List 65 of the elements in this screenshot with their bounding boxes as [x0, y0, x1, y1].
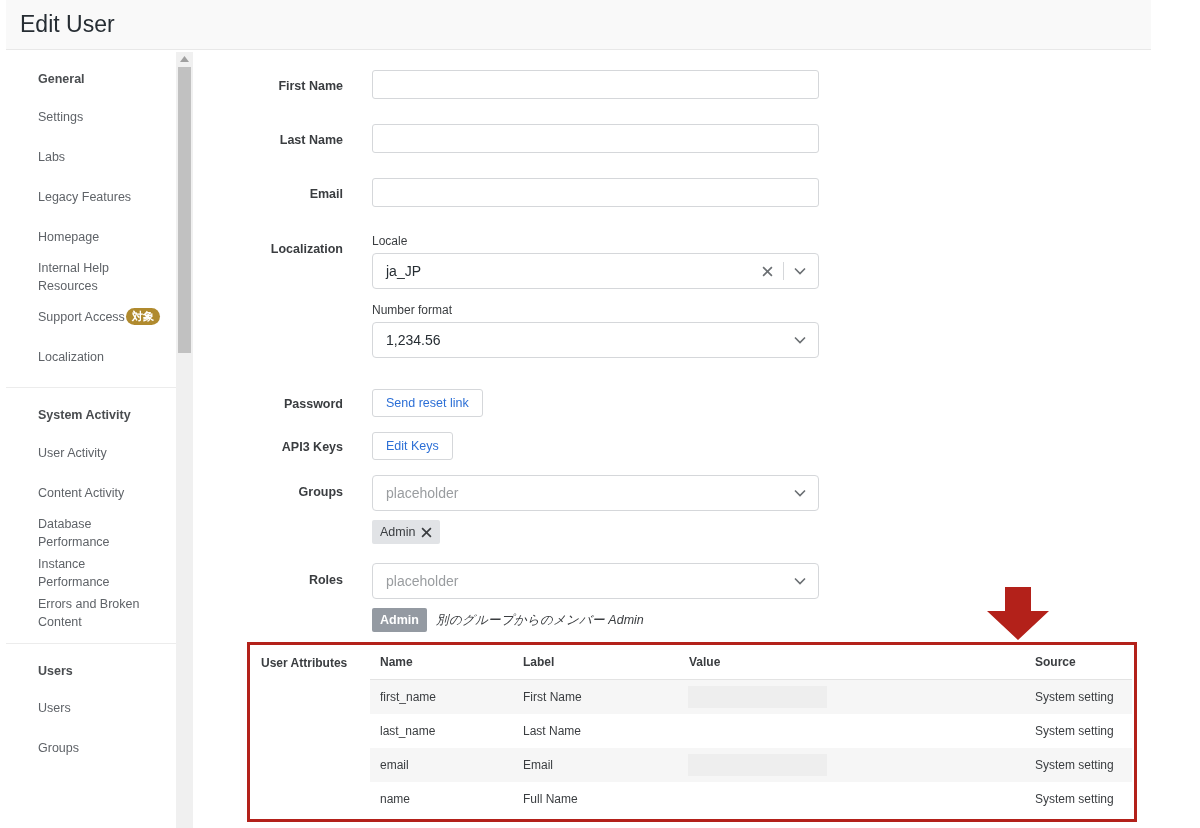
- sidebar-item[interactable]: User Activity: [38, 443, 148, 462]
- select-field[interactable]: 1,234.56: [372, 322, 819, 358]
- field-caption: Locale: [372, 233, 409, 250]
- sidebar-section-heading: Users: [38, 662, 74, 680]
- table-cell-text: System setting: [1034, 791, 1115, 808]
- field-label: Roles: [307, 572, 343, 589]
- sidebar-section-heading: System Activity: [38, 406, 132, 424]
- field-label: Last Name: [278, 132, 343, 149]
- field-label: Groups: [297, 484, 343, 501]
- table-cell-text: name: [379, 791, 412, 808]
- table-cell-text: System setting: [1034, 757, 1115, 774]
- table-cell-text: last_name: [379, 723, 437, 740]
- table-cell-text: System setting: [1034, 723, 1115, 740]
- sidebar-item[interactable]: Support Access: [38, 307, 125, 326]
- column-header: Label: [522, 654, 556, 671]
- chevron-down-icon[interactable]: [794, 336, 806, 344]
- sidebar-item[interactable]: Legacy Features: [38, 187, 148, 206]
- sidebar-item[interactable]: Settings: [38, 107, 148, 126]
- chevron-down-icon[interactable]: [794, 489, 806, 497]
- column-header: Source: [1034, 654, 1077, 671]
- table-cell-text: System setting: [1034, 689, 1115, 706]
- field-label: First Name: [277, 78, 343, 95]
- chevron-down-icon[interactable]: [794, 577, 806, 585]
- table-cell-text: Full Name: [522, 791, 579, 808]
- field-label: Password: [282, 396, 343, 413]
- field-label: Localization: [269, 241, 343, 258]
- note-text: 別のグループからのメンバー Admin: [435, 611, 644, 629]
- sidebar-item[interactable]: Labs: [38, 147, 148, 166]
- page-title: Edit User: [20, 10, 115, 40]
- table-cell-text: Last Name: [522, 723, 583, 740]
- status-badge: 対象: [125, 308, 160, 326]
- close-icon[interactable]: [762, 265, 773, 277]
- column-header: Value: [688, 654, 722, 671]
- field-label: Email: [308, 186, 343, 203]
- text-field[interactable]: [372, 70, 819, 99]
- scrollbar-thumb[interactable]: [178, 67, 191, 353]
- table-cell-text: email: [379, 757, 410, 774]
- close-icon[interactable]: [421, 526, 433, 538]
- sidebar-section-heading: General: [38, 71, 86, 88]
- text-field[interactable]: [372, 124, 819, 153]
- field-caption: Number format: [372, 302, 454, 319]
- sidebar-item[interactable]: Instance Performance: [38, 554, 148, 591]
- column-header: Name: [379, 654, 414, 671]
- sidebar-item[interactable]: Errors and Broken Content: [38, 594, 148, 631]
- table-cell-text: first_name: [379, 689, 438, 706]
- sidebar-item[interactable]: Content Activity: [38, 483, 148, 502]
- chevron-down-icon[interactable]: [794, 267, 806, 275]
- scrollbar[interactable]: [176, 52, 193, 828]
- sidebar-item[interactable]: Groups: [38, 739, 148, 758]
- text-button[interactable]: Send reset link: [372, 389, 483, 417]
- sidebar-item[interactable]: Homepage: [38, 227, 148, 246]
- select-field[interactable]: ja_JP: [372, 253, 819, 289]
- table-cell-text: Email: [522, 757, 554, 774]
- tag-chip: Admin: [372, 608, 427, 632]
- sidebar-item[interactable]: Localization: [38, 347, 148, 366]
- text-button[interactable]: Edit Keys: [372, 432, 453, 460]
- text-field[interactable]: [372, 178, 819, 207]
- section-label: User Attributes: [260, 655, 349, 672]
- sidebar-item[interactable]: Internal Help Resources: [38, 258, 148, 295]
- down-arrow-icon: [987, 587, 1049, 640]
- sidebar-item[interactable]: Database Performance: [38, 514, 148, 551]
- table-cell-text: First Name: [522, 689, 583, 706]
- sidebar-item[interactable]: Users: [38, 699, 148, 718]
- tag-chip[interactable]: Admin: [372, 520, 441, 544]
- field-label: API3 Keys: [280, 439, 343, 456]
